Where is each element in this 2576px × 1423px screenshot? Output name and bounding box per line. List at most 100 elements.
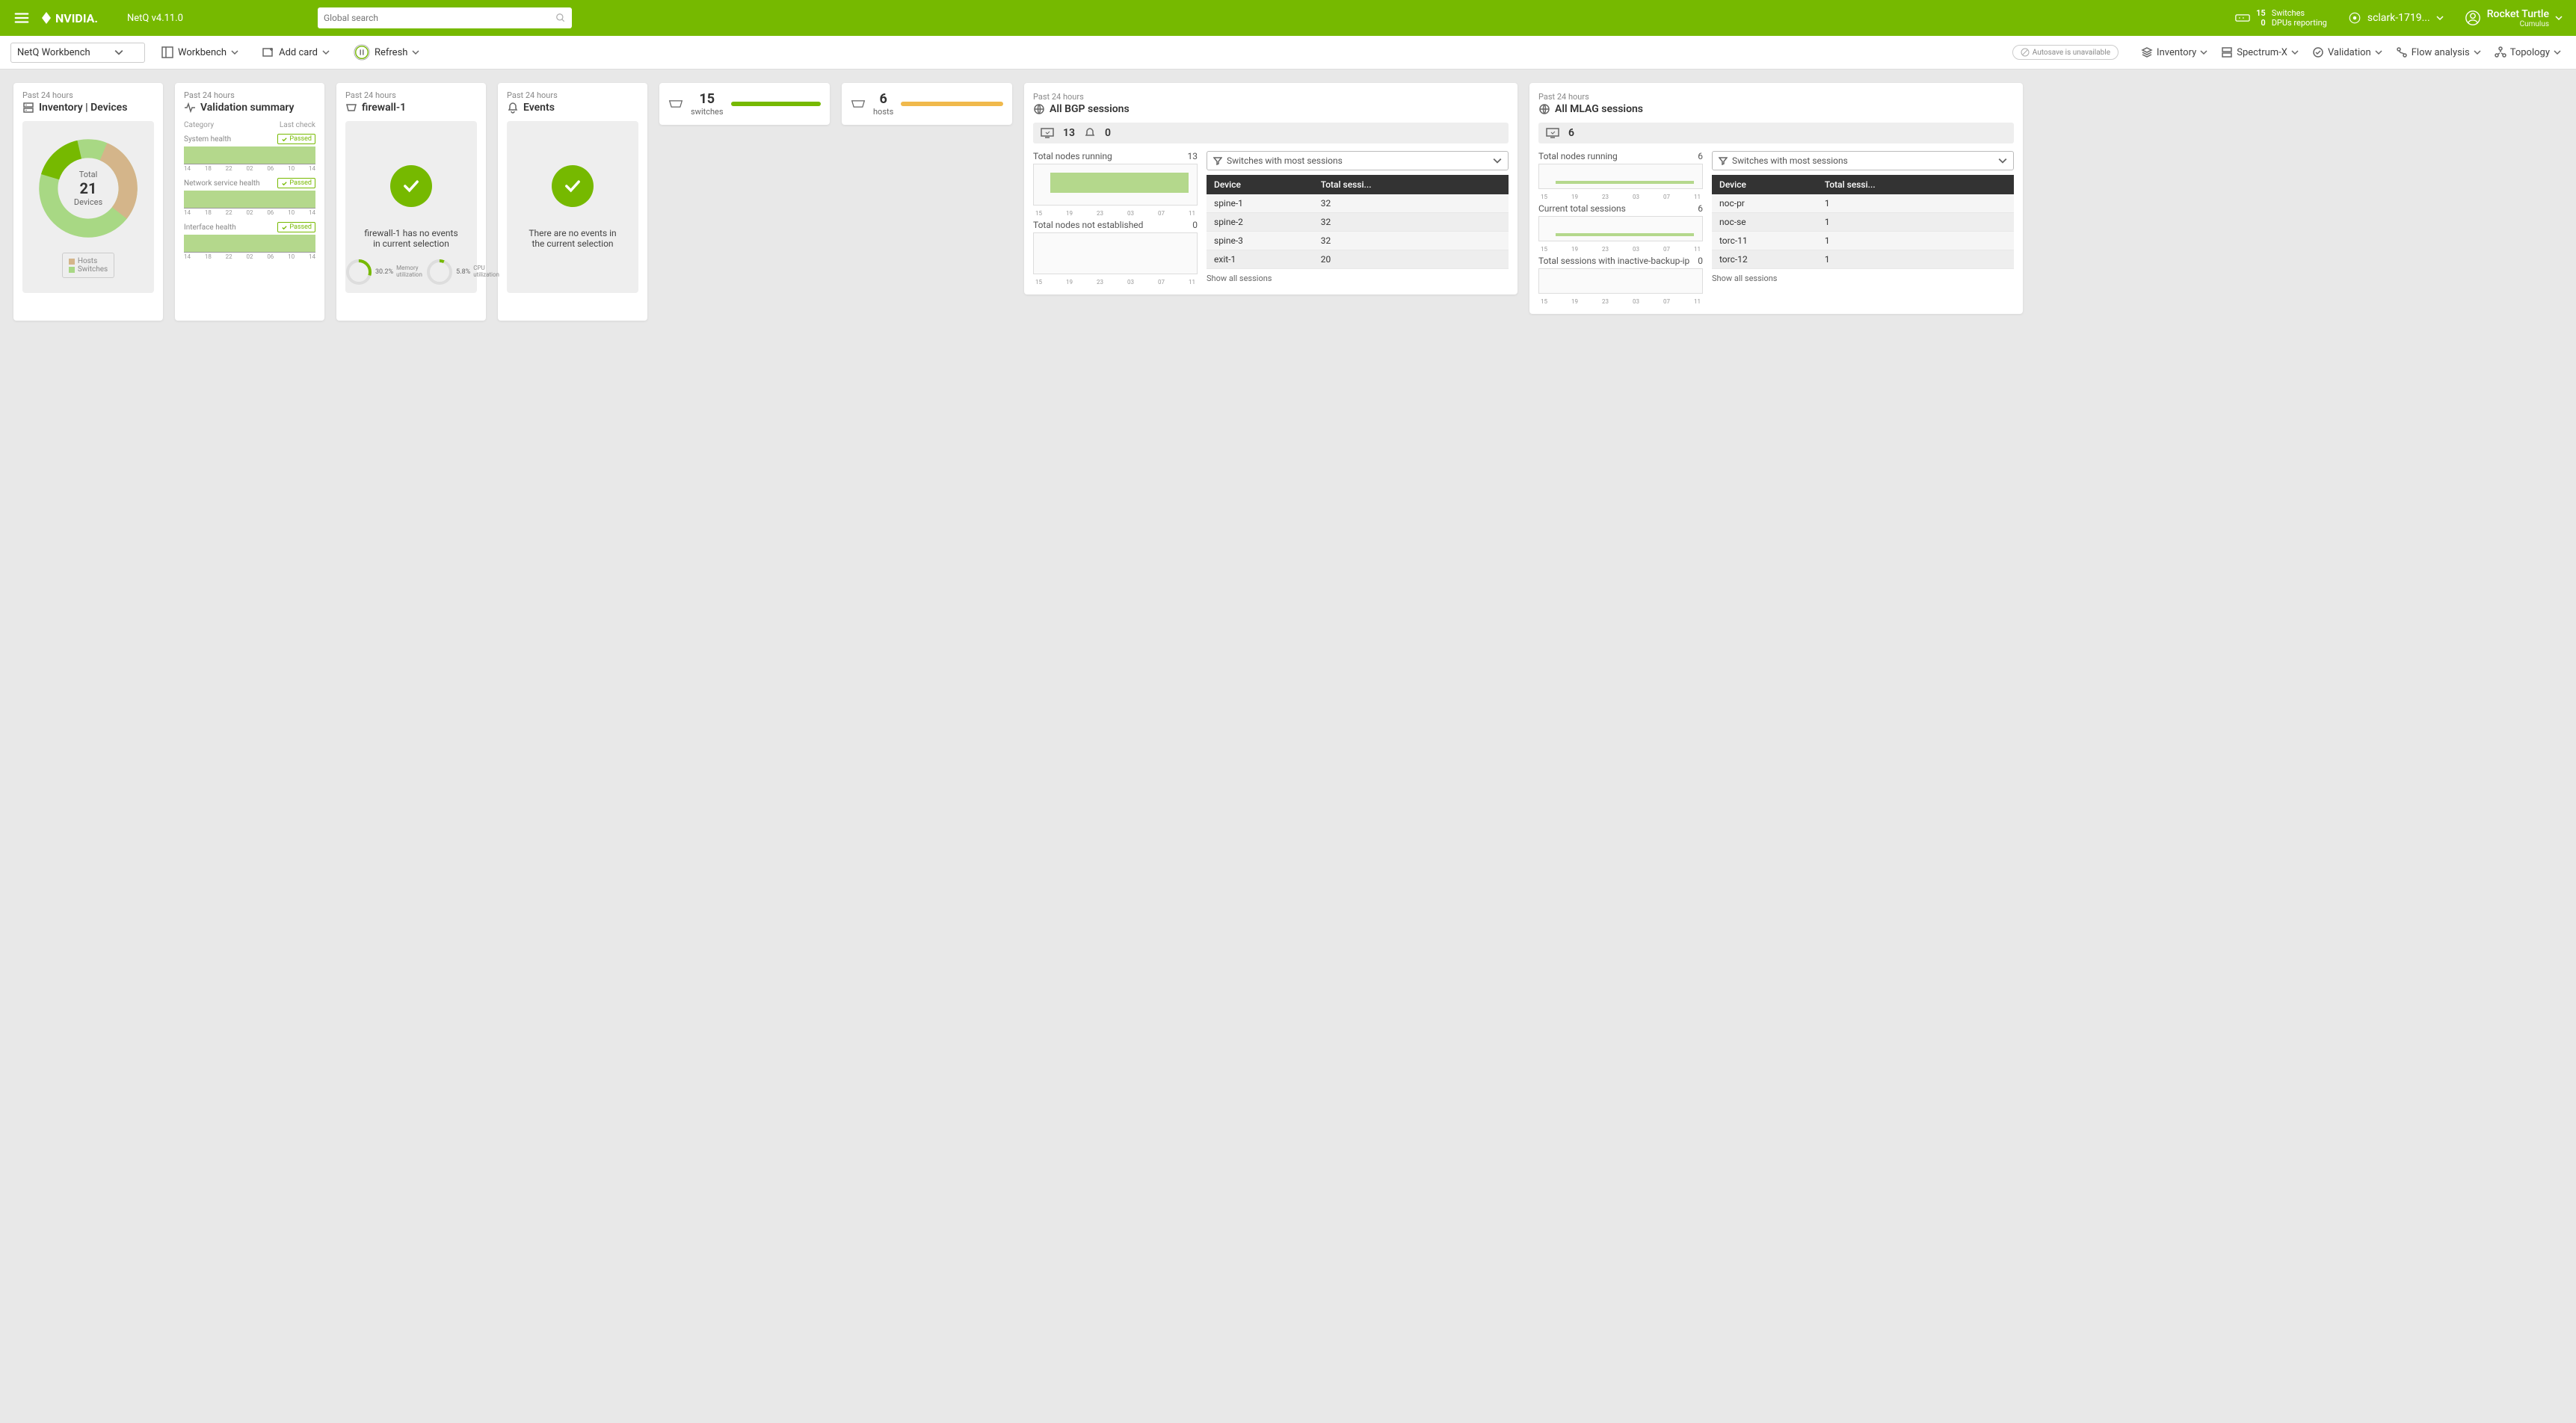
chevron-down-icon: [2200, 49, 2207, 56]
add-card-icon: [262, 46, 274, 58]
card-firewall[interactable]: Past 24 hours firewall-1 firewall-1 has …: [336, 83, 486, 321]
memory-util: 30.2% Memory utilization: [345, 259, 426, 285]
col-sessions: Total sessi...: [1817, 175, 1977, 194]
stat-switches[interactable]: 15switches: [659, 83, 830, 125]
bgp-table: DeviceTotal sessi... spine-132spine-232s…: [1207, 175, 1509, 269]
activity-icon: [184, 102, 196, 114]
pass-badge: Passed: [277, 178, 315, 188]
filter-icon: [1213, 156, 1222, 165]
check-circle-icon: [2312, 46, 2324, 58]
timeframe-label: Past 24 hours: [22, 90, 154, 100]
pass-badge: Passed: [277, 134, 315, 144]
chevron-down-icon: [2474, 49, 2481, 56]
nav-flow[interactable]: Flow analysis: [2391, 43, 2486, 61]
card-title: Inventory | Devices: [22, 102, 154, 114]
timeframe-label: Past 24 hours: [507, 90, 638, 100]
donut-legend: Hosts Switches: [62, 253, 114, 278]
table-row[interactable]: spine-232: [1207, 213, 1509, 232]
dpus-label: DPUs reporting: [2272, 18, 2327, 28]
no-events-msg: firewall-1 has no events in current sele…: [354, 228, 468, 249]
globe-icon: [1538, 103, 1550, 115]
timeframe-label: Past 24 hours: [1538, 92, 2014, 102]
sessions-toolbar: 13 0: [1033, 123, 1509, 143]
chevron-down-icon: [2436, 14, 2444, 22]
mini-chart: [1538, 216, 1703, 241]
header-right: 150 SwitchesDPUs reporting sclark-1719..…: [2235, 8, 2563, 28]
show-all-link[interactable]: Show all sessions: [1712, 274, 2014, 283]
check-circle-icon: [552, 165, 594, 207]
gauge-icon: [345, 259, 372, 285]
stat-hosts[interactable]: 6hosts: [842, 83, 1012, 125]
dpus-count: 0: [2256, 18, 2266, 28]
nav-topology[interactable]: Topology: [2490, 43, 2566, 61]
location-name: sclark-1719...: [2367, 12, 2430, 24]
add-card-button[interactable]: Add card: [255, 43, 337, 62]
bell-icon[interactable]: [1084, 127, 1096, 139]
layers-icon: [2141, 46, 2153, 58]
filter-icon: [1719, 156, 1728, 165]
user-org: Cumulus: [2487, 20, 2549, 28]
chevron-down-icon: [322, 49, 330, 56]
table-row[interactable]: spine-332: [1207, 232, 1509, 250]
stat-bar: [901, 102, 1003, 106]
show-all-link[interactable]: Show all sessions: [1207, 274, 1509, 283]
sessions-toolbar: 6: [1538, 123, 2014, 143]
col-sessions: Total sessi...: [1313, 175, 1473, 194]
timeframe-label: Past 24 hours: [1033, 92, 1509, 102]
sessions-filter[interactable]: Switches with most sessions: [1207, 151, 1509, 170]
chevron-down-icon: [412, 49, 419, 56]
bell-icon: [507, 102, 519, 114]
pause-icon: [354, 44, 370, 61]
table-row[interactable]: noc-se1: [1712, 213, 2014, 232]
chevron-down-icon: [2554, 49, 2561, 56]
no-events-msg: There are no events in the current selec…: [516, 228, 629, 249]
col-device: Device: [1207, 175, 1313, 194]
card-title: Validation summary: [184, 102, 315, 114]
flow-icon: [2396, 46, 2408, 58]
switch-icon: [851, 99, 866, 109]
user-name: Rocket Turtle: [2487, 8, 2549, 20]
workspace: Past 24 hours Inventory | Devices Total …: [0, 70, 2576, 334]
session-count: 6: [1568, 127, 1574, 139]
switch-icon: [345, 102, 357, 114]
card-events[interactable]: Past 24 hours Events There are no events…: [498, 83, 647, 321]
topology-icon: [2495, 46, 2506, 58]
workbench-button[interactable]: Workbench: [154, 43, 246, 62]
card-bgp[interactable]: Past 24 hours All BGP sessions 13 0 Tota…: [1024, 83, 1517, 294]
nav-inventory[interactable]: Inventory: [2136, 43, 2212, 61]
validation-row: System healthPassed14182202061014: [184, 134, 315, 172]
nav-spectrum[interactable]: Spectrum-X: [2216, 43, 2303, 61]
table-row[interactable]: torc-121: [1712, 250, 2014, 269]
chevron-down-icon: [114, 48, 123, 57]
card-validation[interactable]: Past 24 hours Validation summary Categor…: [175, 83, 324, 321]
bgp-right: Switches with most sessions DeviceTotal …: [1207, 151, 1509, 285]
search-input[interactable]: [324, 13, 555, 23]
user-block[interactable]: Rocket Turtle Cumulus: [2465, 8, 2563, 28]
nav-validation[interactable]: Validation: [2308, 43, 2387, 61]
mini-chart: [1538, 268, 1703, 294]
table-row[interactable]: spine-132: [1207, 194, 1509, 213]
card-inventory[interactable]: Past 24 hours Inventory | Devices Total …: [13, 83, 163, 321]
sessions-filter[interactable]: Switches with most sessions: [1712, 151, 2014, 170]
refresh-button[interactable]: Refresh: [346, 40, 427, 64]
card-mlag[interactable]: Past 24 hours All MLAG sessions 6 Total …: [1529, 83, 2023, 314]
gauge-icon: [426, 259, 453, 285]
table-row[interactable]: exit-120: [1207, 250, 1509, 269]
device-count-block[interactable]: 150 SwitchesDPUs reporting: [2235, 8, 2327, 28]
table-row[interactable]: torc-111: [1712, 232, 2014, 250]
hamburger-icon[interactable]: [13, 10, 30, 26]
col-device: Device: [1712, 175, 1817, 194]
workbench-select[interactable]: NetQ Workbench: [10, 43, 145, 63]
card-title: Events: [507, 102, 638, 114]
table-row[interactable]: noc-pr1: [1712, 194, 2014, 213]
pass-badge: Passed: [277, 222, 315, 232]
location-block[interactable]: sclark-1719...: [2348, 11, 2444, 25]
timeframe-label: Past 24 hours: [184, 90, 315, 100]
mlag-left: Total nodes running6 151923030711 Curren…: [1538, 151, 1703, 305]
mini-chart: [1033, 232, 1198, 274]
logo[interactable]: NVIDIA. NetQ v4.11.0: [40, 9, 183, 27]
monitor-icon[interactable]: [1546, 128, 1559, 138]
global-search[interactable]: [318, 7, 572, 28]
box-icon: [2235, 12, 2250, 24]
monitor-icon[interactable]: [1041, 128, 1054, 138]
